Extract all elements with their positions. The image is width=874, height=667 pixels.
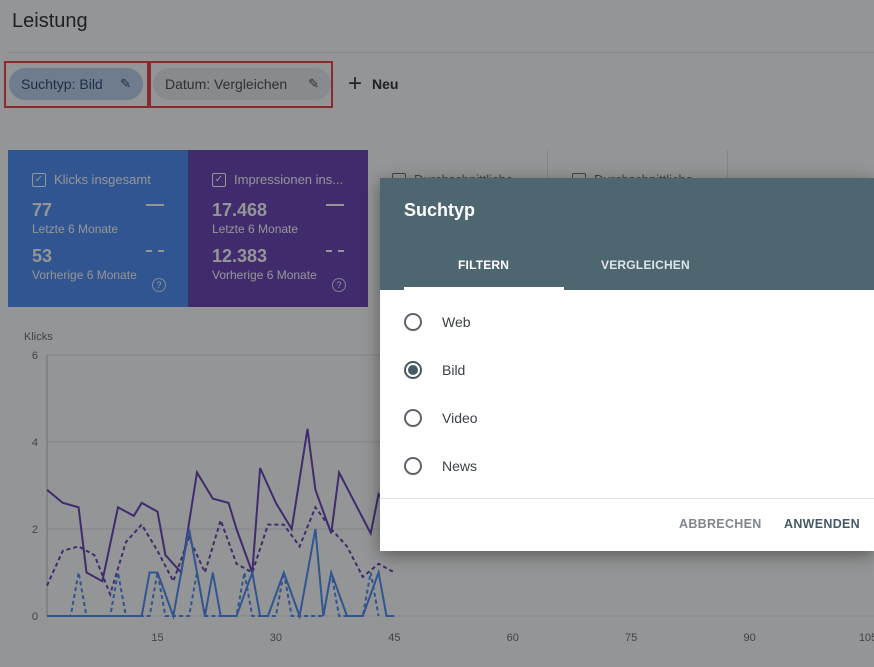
option-label: Web: [442, 314, 471, 330]
tab-filter[interactable]: FILTERN: [458, 258, 509, 272]
radio-unchecked-icon[interactable]: [404, 313, 422, 331]
apply-button[interactable]: ANWENDEN: [784, 517, 860, 531]
tab-compare[interactable]: VERGLEICHEN: [601, 258, 690, 272]
radio-checked-icon[interactable]: [404, 361, 422, 379]
active-tab-indicator: [404, 287, 564, 290]
radio-unchecked-icon[interactable]: [404, 457, 422, 475]
radio-unchecked-icon[interactable]: [404, 409, 422, 427]
dialog-header: Suchtyp FILTERN VERGLEICHEN: [380, 178, 874, 290]
divider: [380, 498, 874, 499]
option-news[interactable]: News: [404, 454, 477, 478]
option-label: News: [442, 458, 478, 474]
search-type-dialog: Suchtyp FILTERN VERGLEICHEN Web Bild Vid…: [380, 178, 874, 551]
cancel-button[interactable]: ABBRECHEN: [679, 517, 762, 531]
option-web[interactable]: Web: [404, 310, 471, 334]
option-label: Bild: [442, 362, 466, 378]
option-video[interactable]: Video: [404, 406, 478, 430]
dialog-title: Suchtyp: [404, 200, 476, 220]
option-bild[interactable]: Bild: [404, 358, 465, 382]
option-label: Video: [442, 410, 478, 426]
